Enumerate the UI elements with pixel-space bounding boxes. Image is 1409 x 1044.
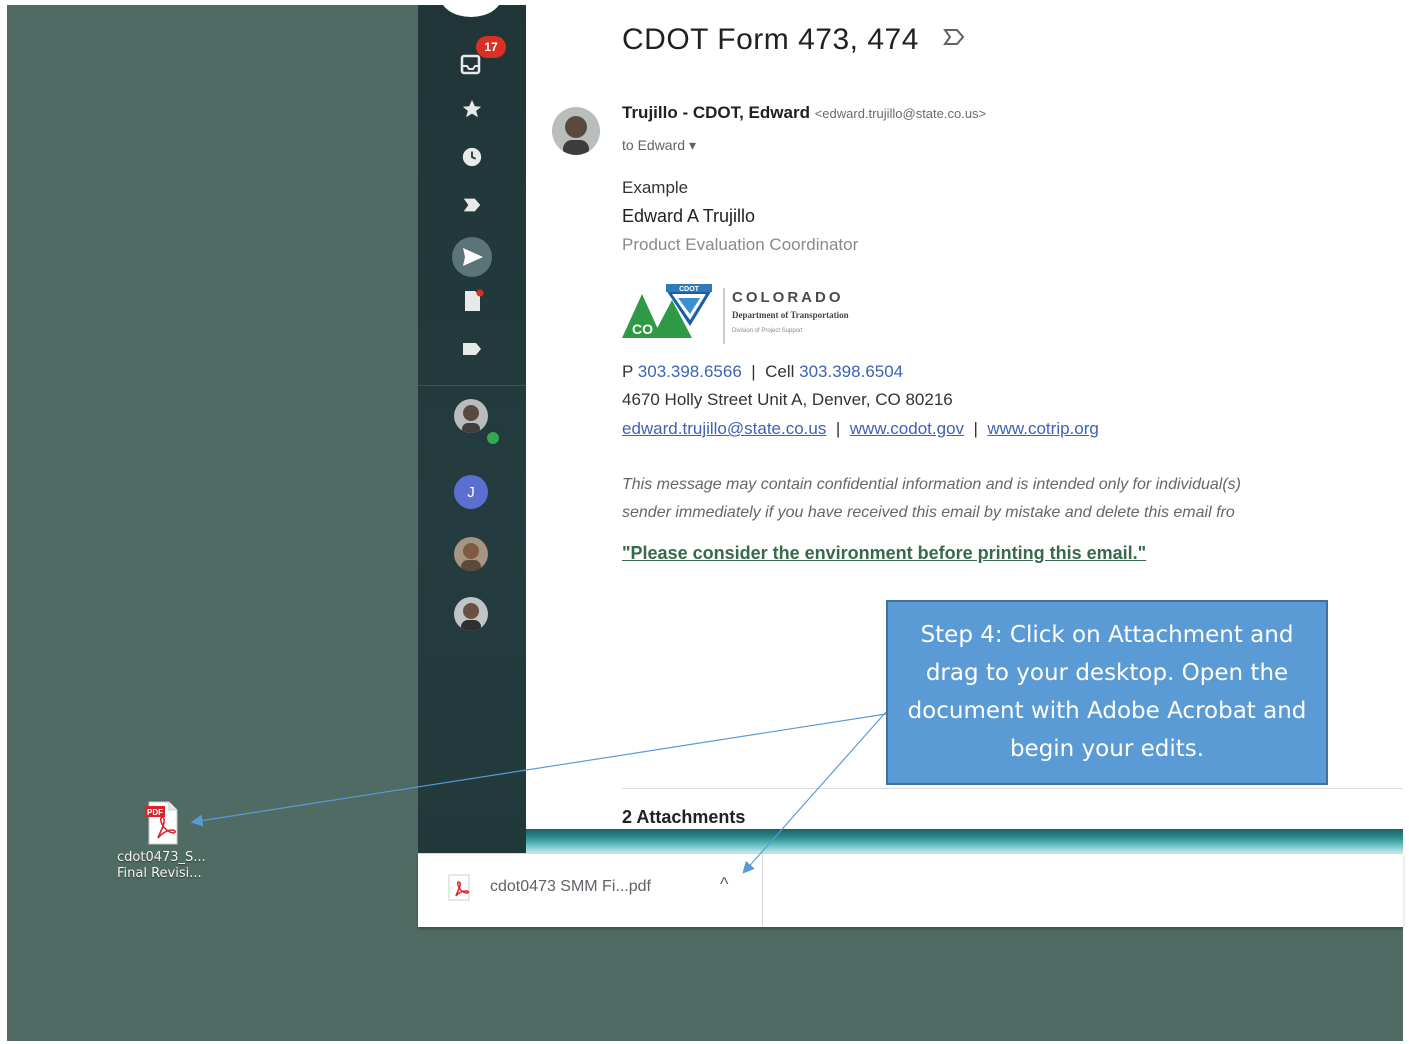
- pdf-file-icon: PDF: [145, 801, 178, 845]
- drafts-icon[interactable]: [458, 287, 486, 315]
- label-tag-icon[interactable]: [942, 27, 966, 53]
- separator: |: [751, 362, 756, 381]
- desktop-file-label: cdot0473_S... Final Revisi...: [117, 850, 227, 882]
- email-link[interactable]: edward.trujillo@state.co.us: [622, 419, 826, 438]
- codot-website-link[interactable]: www.codot.gov: [850, 419, 964, 438]
- contact-avatar[interactable]: [454, 537, 488, 571]
- separator: |: [835, 419, 841, 438]
- sender-line: Trujillo - CDOT, Edward <edward.trujillo…: [622, 103, 986, 123]
- cdot-logo: CDOT CO COLORADO Department of Transport…: [622, 284, 849, 344]
- compose-button[interactable]: [440, 0, 502, 17]
- sender-email: <edward.trujillo@state.co.us>: [814, 106, 987, 121]
- logo-badge-text: CDOT: [679, 286, 700, 293]
- instruction-callout: Step 4: Click on Attachment and drag to …: [886, 600, 1328, 785]
- logo-co-text: CO: [632, 321, 653, 337]
- chevron-up-icon[interactable]: ^: [720, 874, 728, 895]
- file-label-line2: Final Revisi...: [117, 866, 202, 881]
- phone-prefix: P: [622, 362, 634, 381]
- signature-title: Product Evaluation Coordinator: [622, 235, 859, 254]
- email-body-first-line: Example: [622, 178, 689, 197]
- disclaimer-line-2: sender immediately if you have received …: [622, 504, 1235, 521]
- email-subject: CDOT Form 473, 474: [622, 23, 919, 56]
- online-status-dot: [485, 430, 501, 446]
- sender-avatar[interactable]: [552, 107, 600, 155]
- star-icon[interactable]: [458, 95, 486, 123]
- inbox-unread-badge: 17: [476, 36, 506, 58]
- attachment-preview-strip[interactable]: [526, 829, 1403, 853]
- signature-name: Edward A Trujillo: [622, 206, 756, 226]
- logo-division-text: Division of Project Support: [732, 328, 803, 334]
- attachments-heading: 2 Attachments: [622, 807, 746, 827]
- download-item[interactable]: cdot0473 SMM Fi...pdf ^: [420, 854, 763, 926]
- logo-dept-text: Department of Transportation: [732, 310, 849, 320]
- gmail-sidebar-rail: 17 J: [418, 0, 526, 853]
- phone-line: P 303.398.6566 | Cell 303.398.6504: [622, 362, 903, 382]
- sender-name[interactable]: Trujillo - CDOT, Edward: [622, 103, 810, 122]
- disclaimer-line-1: This message may contain confidential in…: [622, 476, 1241, 493]
- recipient-text: to Edward: [622, 137, 686, 153]
- download-file-name: cdot0473 SMM Fi...pdf: [490, 878, 651, 895]
- download-bar: cdot0473 SMM Fi...pdf ^: [418, 853, 1403, 927]
- logo-org-text: COLORADO: [732, 289, 844, 306]
- sent-icon[interactable]: [450, 235, 494, 279]
- recipient-line[interactable]: to Edward ▾: [622, 137, 696, 154]
- links-line: edward.trujillo@state.co.us | www.codot.…: [622, 419, 1099, 439]
- cotrip-website-link[interactable]: www.cotrip.org: [987, 419, 1098, 438]
- svg-text:PDF: PDF: [147, 808, 163, 817]
- user-avatar[interactable]: [454, 399, 488, 433]
- cell-link[interactable]: 303.398.6504: [799, 362, 903, 381]
- label-icon[interactable]: [458, 335, 486, 363]
- clock-icon[interactable]: [458, 143, 486, 171]
- rail-divider: [418, 385, 526, 386]
- environment-note: "Please consider the environment before …: [622, 543, 1147, 563]
- contact-avatar-j[interactable]: J: [454, 475, 488, 509]
- pdf-file-icon: [448, 874, 470, 901]
- recipient-dropdown-icon[interactable]: ▾: [689, 137, 696, 153]
- address-line: 4670 Holly Street Unit A, Denver, CO 802…: [622, 390, 953, 409]
- file-label-line1: cdot0473_S...: [117, 850, 206, 865]
- separator: |: [973, 419, 978, 438]
- phone-link[interactable]: 303.398.6566: [638, 362, 742, 381]
- attachments-divider: [622, 788, 1403, 789]
- cell-prefix: Cell: [765, 362, 795, 381]
- contact-avatar[interactable]: [454, 597, 488, 631]
- important-icon[interactable]: [458, 191, 486, 219]
